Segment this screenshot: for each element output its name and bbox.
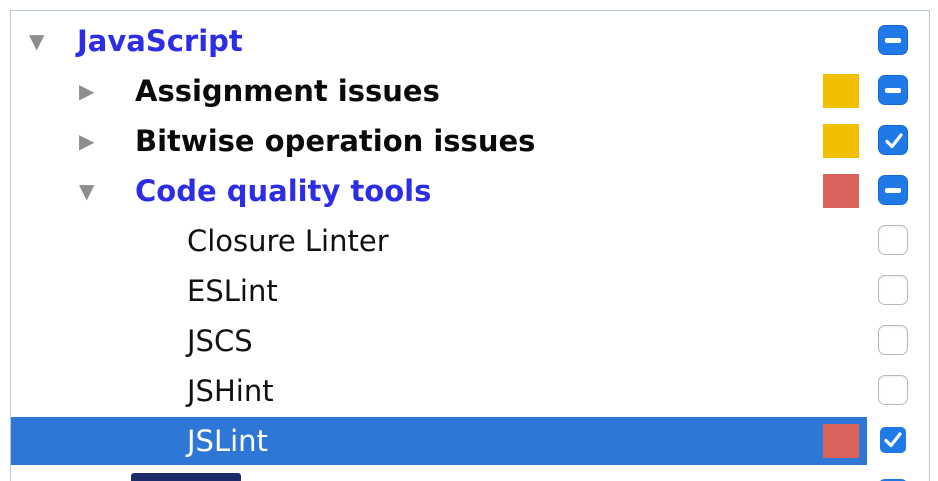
tree-row-bitwise-operation-issues[interactable]: ▶ Bitwise operation issues bbox=[11, 116, 929, 166]
mixed-checkbox[interactable] bbox=[878, 75, 908, 105]
unchecked-checkbox[interactable] bbox=[878, 325, 908, 355]
unchecked-checkbox[interactable] bbox=[878, 225, 908, 255]
tree-node-label: JSLint bbox=[187, 424, 268, 458]
severity-warning-icon bbox=[823, 124, 859, 158]
disclosure-expanded-icon[interactable]: ▼ bbox=[29, 16, 44, 66]
checkmark-icon bbox=[885, 133, 903, 149]
checked-checkbox[interactable] bbox=[878, 425, 908, 455]
inspections-tree: ▼ JavaScript ▶ Assignment issues ▶ Bitwi… bbox=[10, 10, 930, 481]
tree-node-label: Assignment issues bbox=[135, 74, 440, 108]
tree-node-label: Bitwise operation issues bbox=[135, 124, 536, 158]
mixed-checkbox[interactable] bbox=[878, 175, 908, 205]
checked-checkbox[interactable] bbox=[878, 125, 908, 155]
selection-highlight bbox=[11, 417, 867, 465]
tree-row-jshint[interactable]: JSHint bbox=[11, 366, 929, 416]
tree-row-code-quality-tools[interactable]: ▼ Code quality tools bbox=[11, 166, 929, 216]
tree-row-javascript[interactable]: ▼ JavaScript bbox=[11, 16, 929, 66]
tree-row-assignment-issues[interactable]: ▶ Assignment issues bbox=[11, 66, 929, 116]
disclosure-collapsed-icon[interactable]: ▶ bbox=[79, 116, 94, 166]
severity-error-icon bbox=[823, 424, 859, 458]
tree-row-jslint[interactable]: JSLint bbox=[11, 416, 929, 466]
tree-node-label: Closure Linter bbox=[187, 224, 389, 258]
disclosure-collapsed-icon[interactable]: ▶ bbox=[79, 66, 94, 116]
severity-error-icon bbox=[823, 174, 859, 208]
tree-row-jscs[interactable]: JSCS bbox=[11, 316, 929, 366]
tree-node-label: JavaScript bbox=[77, 24, 243, 58]
checkmark-icon bbox=[884, 432, 902, 448]
tree-node-label: JSHint bbox=[187, 374, 274, 408]
disclosure-expanded-icon[interactable]: ▼ bbox=[79, 166, 94, 216]
tree-node-label: Code quality tools bbox=[135, 174, 432, 208]
tree-row-eslint[interactable]: ESLint bbox=[11, 266, 929, 316]
severity-warning-icon bbox=[823, 74, 859, 108]
mixed-checkbox[interactable] bbox=[878, 25, 908, 55]
tree-node-label: JSCS bbox=[187, 324, 253, 358]
unchecked-checkbox[interactable] bbox=[878, 375, 908, 405]
tree-row-closure-linter[interactable]: Closure Linter bbox=[11, 216, 929, 266]
unchecked-checkbox[interactable] bbox=[878, 275, 908, 305]
tree-node-label: ESLint bbox=[187, 274, 278, 308]
